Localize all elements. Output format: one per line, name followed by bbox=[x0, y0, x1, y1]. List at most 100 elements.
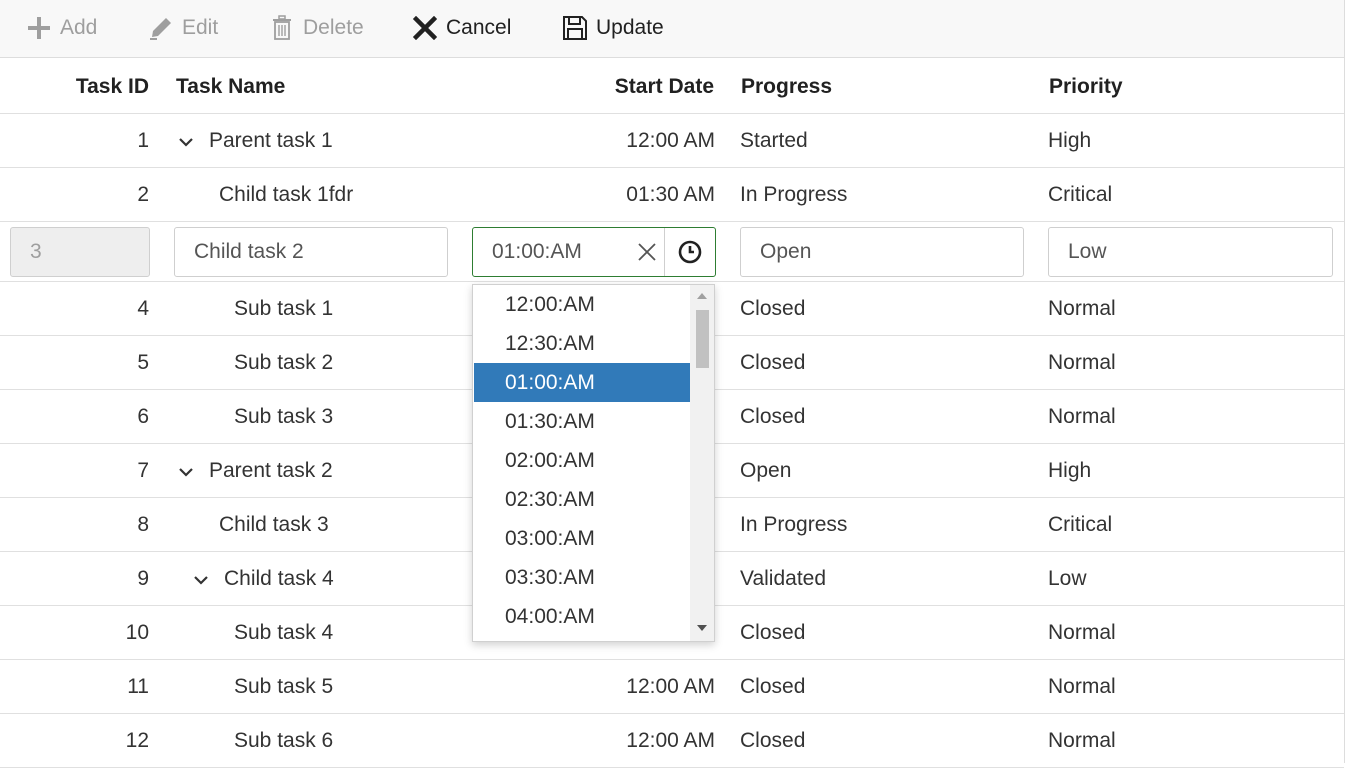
time-option[interactable]: 02:30:AM bbox=[474, 480, 690, 519]
edit-button[interactable]: Edit bbox=[148, 0, 218, 56]
time-option[interactable]: 04:00:AM bbox=[474, 597, 690, 636]
cell-task-id: 1 bbox=[137, 129, 149, 152]
progress-input[interactable]: Open bbox=[740, 227, 1024, 277]
priority-input[interactable]: Low bbox=[1048, 227, 1333, 277]
save-icon bbox=[562, 15, 588, 41]
cell-priority: Normal bbox=[1048, 675, 1116, 698]
time-picker-button[interactable] bbox=[664, 228, 715, 276]
cell-task-name: Sub task 4 bbox=[234, 621, 334, 644]
table-row[interactable]: 1 Parent task 1 12:00 AM Started High bbox=[0, 114, 1344, 168]
cell-progress: Started bbox=[740, 129, 808, 152]
update-label: Update bbox=[596, 16, 664, 39]
chevron-down-icon[interactable] bbox=[177, 463, 195, 481]
cell-progress: Closed bbox=[740, 675, 806, 698]
cell-task-name: Sub task 2 bbox=[234, 351, 334, 374]
cell-task-id: 4 bbox=[137, 297, 149, 320]
chevron-down-icon[interactable] bbox=[177, 133, 195, 151]
cell-progress: In Progress bbox=[740, 513, 848, 536]
cell-progress: Validated bbox=[740, 567, 827, 590]
cell-task-name: Sub task 3 bbox=[234, 405, 334, 428]
cell-progress: In Progress bbox=[740, 183, 848, 206]
time-option[interactable]: 12:30:AM bbox=[474, 324, 690, 363]
clear-icon[interactable] bbox=[635, 240, 659, 264]
cell-progress: Closed bbox=[740, 621, 806, 644]
add-label: Add bbox=[60, 16, 98, 39]
cell-priority: Low bbox=[1048, 567, 1087, 590]
cell-priority: Normal bbox=[1048, 351, 1116, 374]
cell-task-id: 2 bbox=[137, 183, 149, 206]
time-option[interactable]: 03:00:AM bbox=[474, 519, 690, 558]
task-name-input[interactable]: Child task 2 bbox=[174, 227, 448, 277]
cell-task-name: Parent task 2 bbox=[209, 459, 333, 482]
cell-task-id: 6 bbox=[137, 405, 149, 428]
cell-task-id: 11 bbox=[127, 675, 149, 698]
cell-task-name: Sub task 5 bbox=[234, 675, 334, 698]
cell-priority: Normal bbox=[1048, 297, 1116, 320]
cell-priority: Normal bbox=[1048, 729, 1116, 752]
time-option[interactable]: 12:00:AM bbox=[474, 285, 690, 324]
cell-task-name: Sub task 6 bbox=[234, 729, 334, 752]
start-time-picker[interactable]: 01:00:AM bbox=[472, 227, 716, 277]
header-task-id[interactable]: Task ID bbox=[0, 58, 149, 114]
cell-progress: Closed bbox=[740, 729, 806, 752]
grid-header: Task ID Task Name Start Date Progress Pr… bbox=[0, 58, 1344, 114]
table-row[interactable]: 11 Sub task 5 12:00 AM Closed Normal bbox=[0, 660, 1344, 714]
pencil-icon bbox=[148, 15, 174, 41]
header-progress[interactable]: Progress bbox=[741, 58, 991, 114]
cell-priority: Normal bbox=[1048, 405, 1116, 428]
cell-priority: Critical bbox=[1048, 183, 1113, 206]
header-priority[interactable]: Priority bbox=[1049, 58, 1299, 114]
table-row[interactable]: 2 Child task 1fdr 01:30 AM In Progress C… bbox=[0, 168, 1344, 222]
cell-progress: Closed bbox=[740, 405, 806, 428]
cell-task-name: Child task 3 bbox=[219, 513, 329, 536]
cancel-button[interactable]: Cancel bbox=[412, 0, 511, 56]
task-id-field: 3 bbox=[10, 227, 150, 277]
time-option[interactable]: 03:30:AM bbox=[474, 558, 690, 597]
edit-label: Edit bbox=[182, 16, 219, 39]
header-task-name[interactable]: Task Name bbox=[176, 58, 426, 114]
cell-task-id: 9 bbox=[137, 567, 149, 590]
cell-priority: High bbox=[1048, 129, 1092, 152]
chevron-down-icon[interactable] bbox=[192, 571, 210, 589]
cell-task-id: 10 bbox=[125, 621, 149, 644]
cell-task-name: Sub task 1 bbox=[234, 297, 334, 320]
time-option-selected[interactable]: 01:00:AM bbox=[474, 363, 690, 402]
cell-priority: Normal bbox=[1048, 621, 1116, 644]
cell-priority: High bbox=[1048, 459, 1092, 482]
delete-button[interactable]: Delete bbox=[269, 0, 364, 56]
cell-start-date: 01:30 AM bbox=[626, 183, 715, 206]
cell-task-name: Child task 1fdr bbox=[219, 183, 354, 206]
time-option[interactable]: 01:30:AM bbox=[474, 402, 690, 441]
cell-start-date: 12:00 AM bbox=[626, 129, 715, 152]
scroll-down-arrow-icon[interactable] bbox=[696, 623, 708, 633]
cell-task-name: Parent task 1 bbox=[209, 129, 333, 152]
cell-task-id: 7 bbox=[137, 459, 149, 482]
cell-task-id: 8 bbox=[137, 513, 149, 536]
delete-label: Delete bbox=[303, 16, 364, 39]
table-row[interactable]: 12 Sub task 6 12:00 AM Closed Normal bbox=[0, 714, 1344, 768]
trash-icon bbox=[269, 15, 295, 41]
edit-row: 3 Child task 2 01:00:AM Open Low bbox=[0, 222, 1344, 282]
scroll-up-arrow-icon[interactable] bbox=[696, 291, 708, 301]
header-start-date[interactable]: Start Date bbox=[460, 58, 714, 114]
cell-task-id: 12 bbox=[125, 729, 149, 752]
scrollbar-thumb[interactable] bbox=[696, 310, 709, 368]
time-option[interactable]: 02:00:AM bbox=[474, 441, 690, 480]
plus-icon bbox=[26, 15, 52, 41]
time-dropdown: 12:00:AM 12:30:AM 01:00:AM 01:30:AM 02:0… bbox=[472, 284, 715, 642]
grid-toolbar: Add Edit Delete Cancel Update bbox=[0, 0, 1345, 58]
clock-icon bbox=[678, 240, 702, 264]
cell-start-date: 12:00 AM bbox=[626, 729, 715, 752]
cell-progress: Closed bbox=[740, 297, 806, 320]
cancel-label: Cancel bbox=[446, 16, 512, 39]
update-button[interactable]: Update bbox=[562, 0, 664, 56]
cell-start-date: 12:00 AM bbox=[626, 675, 715, 698]
cell-task-id: 5 bbox=[137, 351, 149, 374]
cell-progress: Open bbox=[740, 459, 792, 482]
close-icon bbox=[412, 15, 438, 41]
add-button[interactable]: Add bbox=[26, 0, 97, 56]
cell-task-name: Child task 4 bbox=[224, 567, 334, 590]
dropdown-scrollbar[interactable] bbox=[690, 285, 714, 641]
cell-progress: Closed bbox=[740, 351, 806, 374]
start-time-input[interactable]: 01:00:AM bbox=[492, 240, 582, 263]
